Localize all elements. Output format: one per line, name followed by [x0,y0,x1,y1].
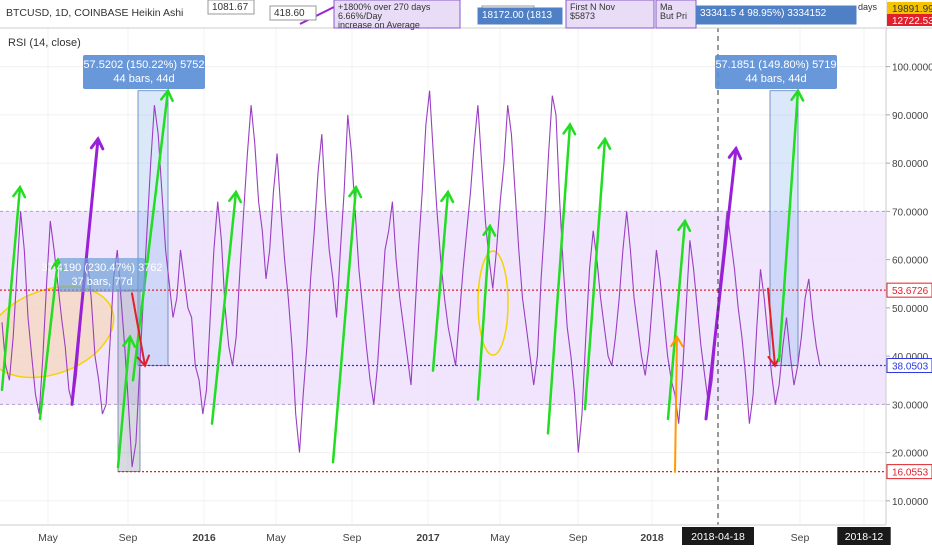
time-tick-label: 2016 [192,532,216,544]
time-tick-label: 2018-04-18 [691,531,745,543]
time-tick-label: 2018-12 [845,531,884,543]
price-label-text: 53.6726 [892,286,929,297]
measure-label: 37.4190 (230.47%) 3762 37 bars, 77d [41,258,163,292]
rsi-chart: 57.5202 (150.22%) 5752 44 bars, 44d 37.419… [0,0,932,550]
right-price-text: 12722.53 [892,16,932,27]
price-tick-label: 50.0000 [892,304,929,315]
time-tick-label: 2018 [640,532,664,544]
price-note-text: 18172.00 (1813 [482,10,553,21]
measure-label-text: 44 bars, 44d [745,73,806,85]
time-tick-label: Sep [119,532,138,544]
price-tick-label: 30.0000 [892,400,929,411]
price-tick-label: 80.0000 [892,159,929,170]
price-note-box: First N Nov$5873 [565,0,655,29]
time-tick-label: Sep [569,532,588,544]
time-tick-label: Sep [343,532,362,544]
time-tick-label: 2017 [416,532,440,544]
measure-label-text: 37 bars, 77d [71,276,132,288]
price-note-text: $5873 [570,11,595,21]
price-note-box: 18172.00 (1813 [477,7,563,25]
price-tick-label: 70.0000 [892,207,929,218]
price-note-text: increase on Average [338,20,420,30]
price-note-box: 33341.5 4 98.95%) 3334152 [695,5,857,25]
price-axis: 100.0000 90.0000 80.0000 70.0000 60.0000 50.0… [885,0,932,525]
measure-range [769,90,799,366]
price-tick-label: 90.0000 [892,111,929,122]
time-axis: May Sep 2016 May Sep 2017 May Sep 2018 2018-04-18… [0,524,932,550]
measure-label-text: 57.5202 (150.22%) 5752 [83,59,204,71]
price-tick-label: 10.0000 [892,497,929,508]
measure-label: 57.5202 (150.22%) 5752 44 bars, 44d [83,55,205,89]
price-note-text: 418.60 [274,8,305,19]
measure-label: 57.1851 (149.80%) 5719 44 bars, 44d [715,55,837,89]
symbol-label: BTCUSD, 1D, COINBASE Heikin Ashi [6,7,183,19]
price-tick-label: 20.0000 [892,449,929,460]
price-note-box: MaBut Pri [655,0,697,29]
price-label-text: 38.0503 [892,362,929,373]
price-note-text: 33341.5 4 98.95%) 3334152 [700,8,827,19]
measure-label-text: 37.4190 (230.47%) 3762 [41,262,162,274]
top-strip: BTCUSD, 1D, COINBASE Heikin Ashi 1081.67 4… [0,0,932,30]
right-price-text: 19891.99 [892,4,932,15]
indicator-title: RSI (14, close) [8,37,81,49]
time-tick-label: Sep [791,532,810,544]
measure-label-text: 57.1851 (149.80%) 5719 [715,59,836,71]
price-tick-label: 60.0000 [892,256,929,267]
chart-canvas: 57.5202 (150.22%) 5752 44 bars, 44d 37.419… [0,0,932,550]
price-note-box: 1081.67 [207,0,255,15]
measure-label-text: 44 bars, 44d [113,73,174,85]
price-note-text: 1081.67 [212,2,249,13]
price-tick-label: 100.0000 [892,63,932,74]
price-note-box: +1800% over 270 days6.66%/Dayincrease on… [333,0,461,30]
price-note-text: But Pri [660,11,687,21]
price-note-box: 418.60 [269,5,317,21]
price-label-text: 16.0553 [892,468,929,479]
time-tick-label: May [490,532,511,544]
price-note-text: days [858,2,878,12]
time-tick-label: May [266,532,287,544]
time-tick-label: May [38,532,59,544]
